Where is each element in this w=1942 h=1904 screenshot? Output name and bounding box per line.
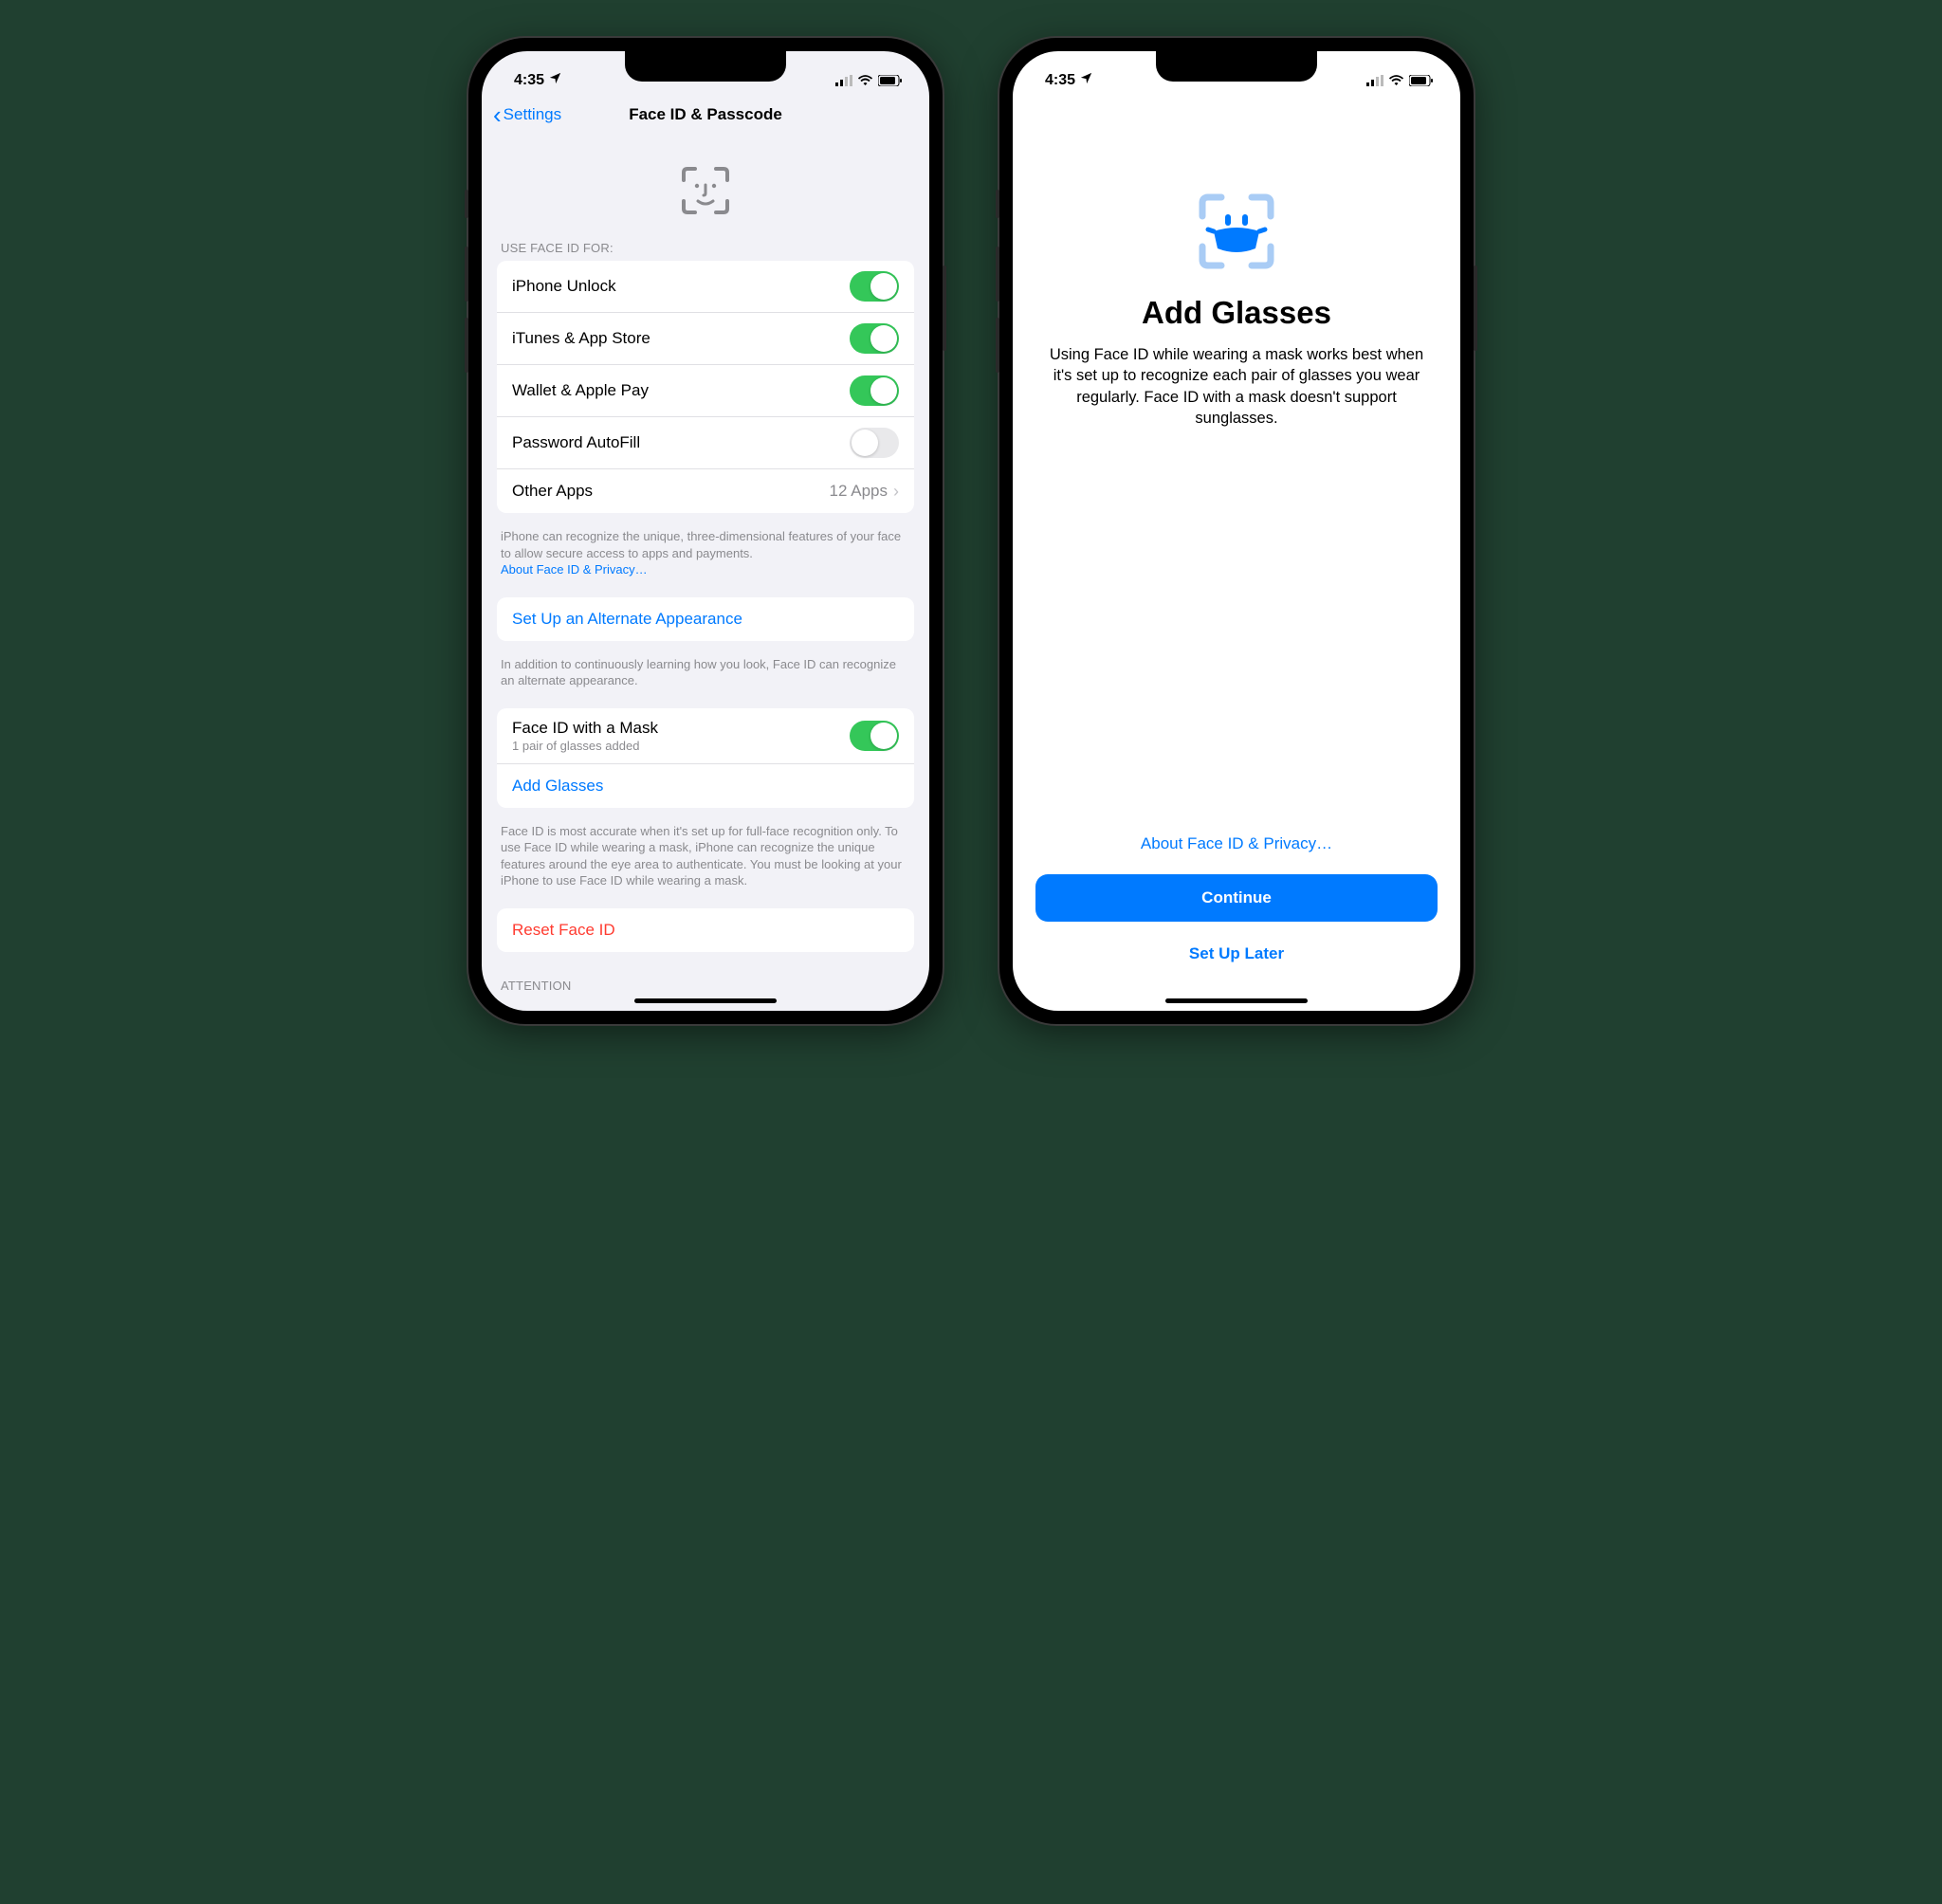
continue-button[interactable]: Continue bbox=[1035, 874, 1438, 922]
row-add-glasses[interactable]: Add Glasses bbox=[497, 764, 914, 808]
row-label: Other Apps bbox=[512, 482, 593, 501]
nav-bar: ‹ Settings Face ID & Passcode bbox=[482, 97, 929, 137]
footnote-alt-appearance: In addition to continuously learning how… bbox=[482, 650, 929, 708]
group-alternate-appearance: Set Up an Alternate Appearance bbox=[497, 597, 914, 641]
row-label: Add Glasses bbox=[512, 777, 603, 796]
row-itunes-appstore[interactable]: iTunes & App Store bbox=[497, 313, 914, 365]
row-label: iPhone Unlock bbox=[512, 277, 616, 296]
home-indicator bbox=[634, 998, 777, 1003]
row-password-autofill[interactable]: Password AutoFill bbox=[497, 417, 914, 469]
row-label: Reset Face ID bbox=[512, 921, 615, 940]
group-reset: Reset Face ID bbox=[497, 908, 914, 952]
row-label: Set Up an Alternate Appearance bbox=[512, 610, 742, 629]
section-header-use-faceid: USE FACE ID FOR: bbox=[482, 241, 929, 261]
notch bbox=[1156, 51, 1317, 82]
status-time: 4:35 bbox=[1045, 72, 1075, 89]
footnote-mask: Face ID is most accurate when it's set u… bbox=[482, 817, 929, 908]
onboarding-title: Add Glasses bbox=[1142, 295, 1331, 331]
toggle-iphone-unlock[interactable] bbox=[850, 271, 899, 302]
phone-right: 4:35 bbox=[999, 38, 1474, 1024]
footnote-faceid-desc: iPhone can recognize the unique, three-d… bbox=[482, 522, 929, 597]
set-up-later-button[interactable]: Set Up Later bbox=[1189, 935, 1284, 973]
row-label: Password AutoFill bbox=[512, 433, 640, 452]
row-other-apps[interactable]: Other Apps 12 Apps › bbox=[497, 469, 914, 513]
onboarding-content: Add Glasses Using Face ID while wearing … bbox=[1013, 97, 1460, 1011]
row-wallet-applepay[interactable]: Wallet & Apple Pay bbox=[497, 365, 914, 417]
toggle-autofill[interactable] bbox=[850, 428, 899, 458]
faceid-icon bbox=[680, 165, 731, 216]
section-header-attention: ATTENTION bbox=[482, 961, 929, 998]
row-value: 12 Apps bbox=[830, 482, 888, 501]
about-faceid-privacy-link[interactable]: About Face ID & Privacy… bbox=[1141, 834, 1332, 853]
row-label: Wallet & Apple Pay bbox=[512, 381, 649, 400]
toggle-wallet[interactable] bbox=[850, 375, 899, 406]
status-time: 4:35 bbox=[514, 72, 544, 89]
wifi-icon bbox=[1388, 75, 1404, 86]
row-subtext: 1 pair of glasses added bbox=[512, 739, 658, 753]
page-title: Face ID & Passcode bbox=[629, 105, 782, 124]
row-alternate-appearance[interactable]: Set Up an Alternate Appearance bbox=[497, 597, 914, 641]
chevron-left-icon: ‹ bbox=[493, 102, 502, 127]
notch bbox=[625, 51, 786, 82]
toggle-faceid-mask[interactable] bbox=[850, 721, 899, 751]
row-label: iTunes & App Store bbox=[512, 329, 650, 348]
battery-icon bbox=[1409, 75, 1434, 86]
row-reset-faceid[interactable]: Reset Face ID bbox=[497, 908, 914, 952]
wifi-icon bbox=[857, 75, 873, 86]
row-faceid-mask[interactable]: Face ID with a Mask 1 pair of glasses ad… bbox=[497, 708, 914, 764]
group-use-faceid: iPhone Unlock iTunes & App Store Wallet … bbox=[497, 261, 914, 513]
cellular-signal-icon bbox=[835, 75, 852, 86]
row-label: Face ID with a Mask bbox=[512, 719, 658, 738]
back-label: Settings bbox=[504, 105, 561, 124]
faceid-hero bbox=[482, 137, 929, 241]
location-icon bbox=[548, 71, 562, 90]
chevron-right-icon: › bbox=[893, 482, 899, 502]
about-faceid-privacy-link[interactable]: About Face ID & Privacy… bbox=[501, 562, 648, 577]
cellular-signal-icon bbox=[1366, 75, 1383, 86]
onboarding-description: Using Face ID while wearing a mask works… bbox=[1047, 344, 1426, 429]
battery-icon bbox=[878, 75, 903, 86]
location-icon bbox=[1079, 71, 1093, 90]
back-button[interactable]: ‹ Settings bbox=[493, 102, 561, 127]
toggle-itunes[interactable] bbox=[850, 323, 899, 354]
row-iphone-unlock[interactable]: iPhone Unlock bbox=[497, 261, 914, 313]
phone-left: 4:35 ‹ Settings bbox=[468, 38, 943, 1024]
faceid-mask-icon bbox=[1197, 192, 1276, 276]
group-mask: Face ID with a Mask 1 pair of glasses ad… bbox=[497, 708, 914, 808]
home-indicator bbox=[1165, 998, 1308, 1003]
